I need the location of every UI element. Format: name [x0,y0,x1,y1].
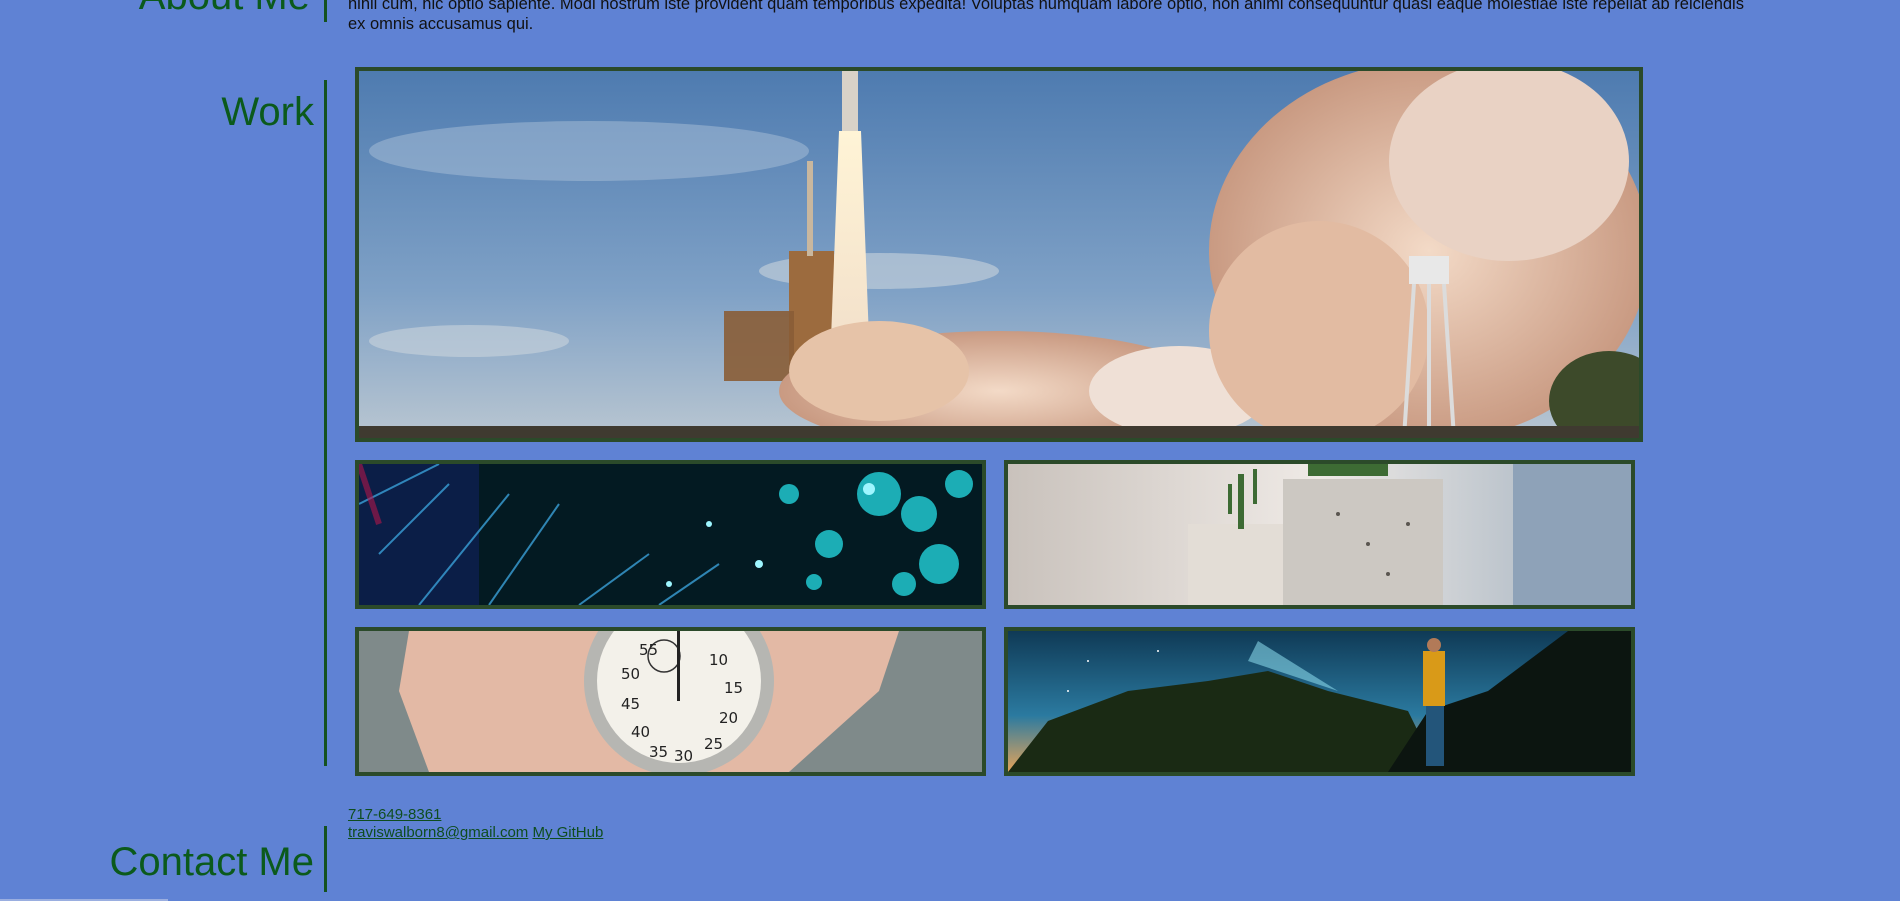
work-image-rocket-launch[interactable] [355,67,1643,442]
contact-divider [324,826,327,892]
contact-links: 717-649-8361 traviswalborn8@gmail.com My… [348,806,603,842]
about-divider [324,0,327,22]
svg-text:45: 45 [621,695,640,713]
about-heading: About Me [139,0,310,16]
work-image-fiber-optics[interactable] [355,460,986,609]
svg-text:15: 15 [724,679,743,697]
work-image-stopwatch[interactable]: 55 10 50 15 45 20 40 25 35 30 [355,627,986,776]
rocket-launch-image [359,71,1639,438]
github-link[interactable]: My GitHub [532,824,603,841]
svg-text:10: 10 [709,651,728,669]
contact-heading: Contact Me [109,840,314,884]
svg-text:35: 35 [649,743,668,761]
phone-link[interactable]: 717-649-8361 [348,806,441,823]
svg-text:25: 25 [704,735,723,753]
work-divider [324,80,327,766]
work-image-potted-plants[interactable] [1004,460,1635,609]
stopwatch-image: 55 10 50 15 45 20 40 25 35 30 [359,631,982,772]
night-flashlight-image [1008,631,1631,772]
svg-text:40: 40 [631,723,650,741]
svg-text:50: 50 [621,665,640,683]
about-paragraph: nihil cum, hic optio sapiente. Modi nost… [348,0,1744,33]
potted-plants-image [1008,464,1631,605]
svg-text:55: 55 [639,641,658,659]
svg-text:20: 20 [719,709,738,727]
svg-text:30: 30 [674,747,693,765]
email-link[interactable]: traviswalborn8@gmail.com [348,824,528,841]
work-image-night-flashlight[interactable] [1004,627,1635,776]
fiber-optics-image [359,464,982,605]
work-heading: Work [221,90,314,134]
